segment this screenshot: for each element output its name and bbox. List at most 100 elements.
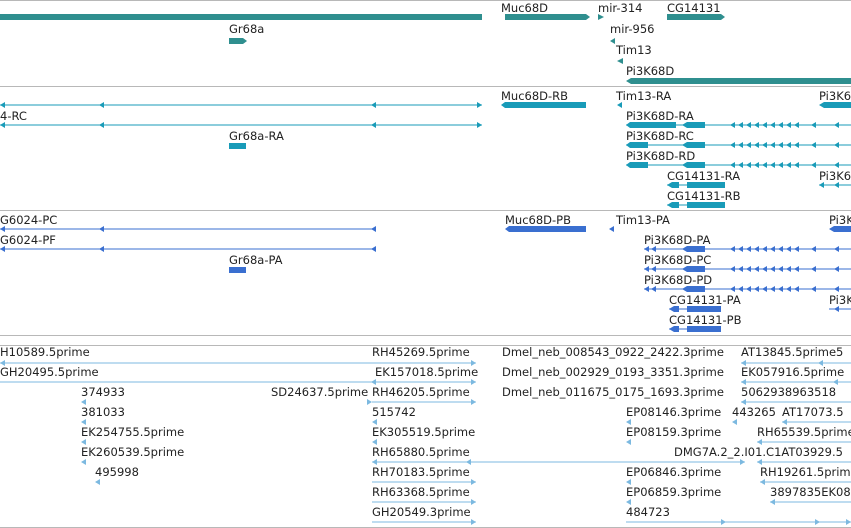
gene-bar xyxy=(626,78,851,84)
est-label[interactable]: Dmel_neb_008543_0922_2422.3prime xyxy=(502,345,724,359)
est-label[interactable]: 381033 xyxy=(81,405,125,419)
transcript-feature[interactable]: Pi3K6 xyxy=(819,89,851,108)
est-label[interactable]: DMG7A.2_2.I01.C1AT03929.5 xyxy=(674,445,843,459)
feature-label: Pi3K68D-RD xyxy=(626,149,695,163)
feature-label: Pi3K68D-RA xyxy=(626,109,694,123)
exon xyxy=(505,226,586,232)
strand-arrow xyxy=(99,122,104,128)
feature-label: G6024-PC xyxy=(0,213,57,227)
gene-feature[interactable]: mir-956 xyxy=(610,22,655,44)
est-label[interactable]: EP06859.3prime xyxy=(626,485,721,499)
protein-feature[interactable]: G6024-PF xyxy=(0,233,376,252)
est-label[interactable]: EK057916.5prime xyxy=(741,365,844,379)
est-label[interactable]: Dmel_neb_002929_0193_3351.3prime xyxy=(502,365,724,379)
est-label[interactable]: AT17073.5 xyxy=(782,405,844,419)
est-label[interactable]: RH45269.5prime xyxy=(372,345,470,359)
est-label[interactable]: RH63368.5prime xyxy=(372,485,470,499)
est-label[interactable]: EP08159.3prime xyxy=(626,425,721,439)
est-label[interactable]: RH65539.5prime xyxy=(757,425,851,439)
strand-arrow xyxy=(477,122,482,128)
gene-feature[interactable]: Muc68D xyxy=(501,1,590,20)
gene-feature[interactable]: Gr68a xyxy=(229,22,264,44)
protein-feature[interactable]: Pi3K xyxy=(829,213,851,232)
est-label[interactable]: SD24637.5prime xyxy=(271,385,368,399)
feature-label: 4-RC xyxy=(0,109,27,123)
est-label[interactable]: H10589.5prime xyxy=(0,345,90,359)
est-label[interactable]: RH46205.5prime xyxy=(372,385,470,399)
gene-feature[interactable]: Pi3K68D xyxy=(626,64,851,84)
protein-feature[interactable]: CG14131-PA xyxy=(669,293,741,312)
transcript-feature[interactable] xyxy=(0,102,482,108)
strand-arrow xyxy=(626,439,631,445)
protein-feature[interactable]: Pi3K xyxy=(829,293,851,312)
est-track: H10589.5prime RH45269.5prime Dmel_neb_00… xyxy=(0,345,851,525)
protein-feature[interactable]: G6024-PC xyxy=(0,213,376,232)
feature-label: Pi3K6 xyxy=(819,89,851,103)
feature-label: Tim13 xyxy=(615,43,652,57)
est-label[interactable]: 374933 xyxy=(81,385,125,399)
strand-arrow xyxy=(721,519,726,525)
est-label[interactable]: 3897835EK08 xyxy=(770,485,851,499)
est-label[interactable]: RH65880.5prime xyxy=(372,445,470,459)
est-label[interactable]: RH19261.5prim xyxy=(760,465,851,479)
est-label[interactable]: GH20549.3prime xyxy=(372,505,471,519)
protein-feature[interactable]: Tim13-PA xyxy=(609,213,670,232)
exon xyxy=(687,202,725,208)
strand-arrow xyxy=(740,459,745,465)
feature-label: Pi3K xyxy=(829,293,851,307)
strand-arrow xyxy=(815,519,820,525)
est-label[interactable]: EP08146.3prime xyxy=(626,405,721,419)
exon xyxy=(229,143,246,149)
feature-label: CG14131-RB xyxy=(667,189,741,203)
feature-label: Muc68D xyxy=(501,1,548,15)
transcript-feature[interactable]: Gr68a-RA xyxy=(229,129,284,149)
est-label[interactable]: EK254755.5prime xyxy=(81,425,184,439)
gene-feature[interactable] xyxy=(0,14,482,20)
strand-arrow xyxy=(371,246,376,252)
transcript-feature[interactable]: Tim13-RA xyxy=(615,89,671,108)
transcript-track: 4-RC Gr68a-RA Muc68D-RB Tim13-RA Pi3K6 P… xyxy=(0,89,851,208)
protein-feature[interactable]: CG14131-PB xyxy=(669,313,742,332)
gene-feature[interactable]: mir-314 xyxy=(598,1,643,20)
est-label[interactable]: 5062938963518 xyxy=(741,385,836,399)
feature-label: CG14131-PA xyxy=(669,293,741,307)
strand-arrow xyxy=(477,102,482,108)
track-canvas: Muc68D mir-314 CG14131 Gr68a mir-956 Tim… xyxy=(0,0,851,528)
protein-feature[interactable]: Gr68a-PA xyxy=(229,253,283,273)
exon xyxy=(501,102,586,108)
est-label[interactable]: 495998 xyxy=(95,465,139,479)
transcript-feature[interactable]: Pi3K68D-RA xyxy=(626,109,851,128)
est-label[interactable]: 484723 xyxy=(626,505,670,519)
protein-feature[interactable]: Pi3K68D-PD xyxy=(644,273,851,292)
est-label[interactable]: EK260539.5prime xyxy=(81,445,184,459)
est-label[interactable]: EK157018.5prime xyxy=(375,365,478,379)
transcript-feature[interactable]: Pi3K68D-RD xyxy=(626,149,851,168)
strand-arrow xyxy=(471,519,476,525)
est-label[interactable]: Dmel_neb_011675_0175_1693.3prime xyxy=(502,385,724,399)
transcript-feature[interactable]: CG14131-RA xyxy=(667,169,740,188)
exon xyxy=(687,306,721,312)
est-label[interactable]: RH70183.5prime xyxy=(372,465,470,479)
transcript-feature[interactable]: 4-RC xyxy=(0,109,482,128)
transcript-feature[interactable]: Pi3K6 xyxy=(819,169,851,188)
est-label[interactable]: EP06846.3prime xyxy=(626,465,721,479)
protein-feature[interactable]: Muc68D-PB xyxy=(505,213,586,232)
strand-arrow xyxy=(471,499,476,505)
protein-feature[interactable]: Pi3K68D-PC xyxy=(644,253,851,272)
est-label[interactable]: 443265 xyxy=(732,405,776,419)
gene-feature[interactable]: CG14131 xyxy=(667,1,725,20)
transcript-feature[interactable]: Muc68D-RB xyxy=(501,89,586,108)
est-label[interactable]: EK305519.5prime xyxy=(372,425,475,439)
strand-arrow xyxy=(99,102,104,108)
est-label[interactable]: GH20495.5prime xyxy=(0,365,99,379)
protein-feature[interactable]: Pi3K68D-PA xyxy=(644,233,851,252)
gene-bar xyxy=(667,14,725,20)
exon xyxy=(687,182,725,188)
feature-label: G6024-PF xyxy=(0,233,56,247)
transcript-feature[interactable]: Pi3K68D-RC xyxy=(626,129,851,148)
est-label[interactable]: 515742 xyxy=(372,405,416,419)
transcript-feature[interactable]: CG14131-RB xyxy=(667,189,741,208)
est-label[interactable]: AT13845.5prime5 xyxy=(741,345,843,359)
gene-feature[interactable]: Tim13 xyxy=(615,43,652,64)
gene-bar xyxy=(505,14,590,20)
